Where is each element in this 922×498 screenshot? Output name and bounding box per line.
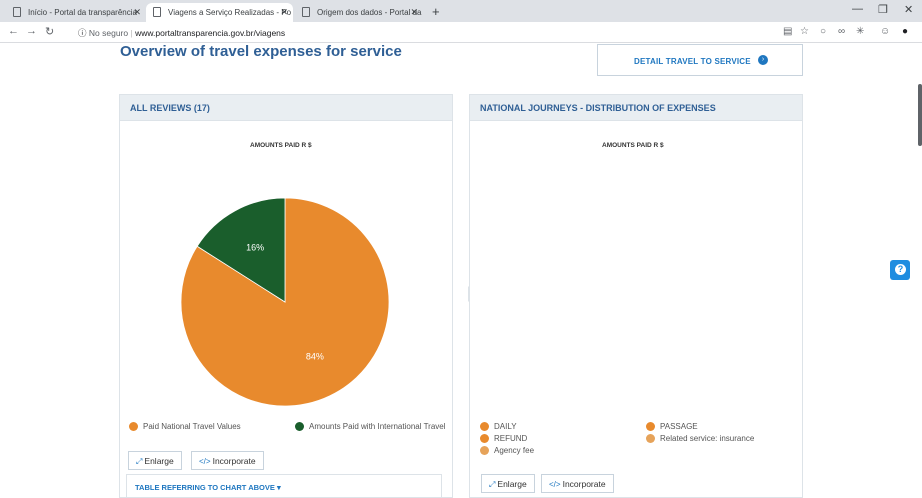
legend-swatch — [480, 446, 489, 455]
legend-label: PASSAGE — [660, 422, 698, 431]
scrollbar-thumb[interactable] — [918, 84, 922, 146]
enlarge-button[interactable]: ⤢ Enlarge — [481, 474, 535, 493]
pie-data-label-1: 16% — [246, 243, 264, 253]
legend-swatch — [480, 434, 489, 443]
incorporate-button[interactable]: </> Incorporate — [191, 451, 264, 470]
expand-icon: ⤢ — [136, 457, 143, 466]
legend-label: Paid National Travel Values — [143, 422, 241, 431]
code-icon: </> — [199, 457, 211, 466]
enlarge-label: Enlarge — [497, 479, 527, 489]
code-icon: </> — [549, 480, 561, 489]
expand-icon: ⤢ — [489, 480, 496, 489]
caret-down-icon: ▾ — [276, 483, 281, 492]
enlarge-label: Enlarge — [144, 456, 174, 466]
legend-label: DAILY — [494, 422, 517, 431]
question-circle-icon: ? — [895, 264, 906, 275]
table-reference-label: TABLE REFERRING TO CHART ABOVE — [135, 483, 275, 492]
legend-label: REFUND — [494, 434, 528, 443]
incorporate-label: Incorporate — [212, 456, 256, 466]
table-reference-toggle[interactable]: TABLE REFERRING TO CHART ABOVE ▾ — [126, 474, 442, 498]
legend-swatch — [646, 422, 655, 431]
legend-label: Agency fee — [494, 446, 535, 455]
chart-title: AMOUNTS PAID R $ — [602, 142, 664, 149]
legend-item[interactable]: Amounts Paid with International Travel — [295, 422, 446, 431]
panel-header: NATIONAL JOURNEYS - DISTRIBUTION OF EXPE… — [470, 95, 802, 121]
legend-swatch — [646, 434, 655, 443]
legend-item[interactable]: REFUND — [480, 434, 528, 443]
legend-item[interactable]: Agency fee — [480, 446, 535, 455]
legend-label: Amounts Paid with International Travel — [309, 422, 446, 431]
enlarge-button[interactable]: ⤢ Enlarge — [128, 451, 182, 470]
legend-label: Related service: insurance — [660, 434, 755, 443]
pie-chart-amounts-paid: 84% 16% — [180, 197, 390, 407]
legend-item[interactable]: DAILY — [480, 422, 517, 431]
pie-data-label-0: 84% — [306, 351, 324, 361]
legend-item[interactable]: PASSAGE — [646, 422, 698, 431]
incorporate-label: Incorporate — [562, 479, 606, 489]
legend-item[interactable]: Related service: insurance — [646, 434, 755, 443]
legend-swatch — [480, 422, 489, 431]
legend-item[interactable]: Paid National Travel Values — [129, 422, 241, 431]
help-button[interactable]: ? — [890, 260, 910, 280]
legend-swatch — [129, 422, 138, 431]
incorporate-button[interactable]: </> Incorporate — [541, 474, 614, 493]
legend-swatch — [295, 422, 304, 431]
